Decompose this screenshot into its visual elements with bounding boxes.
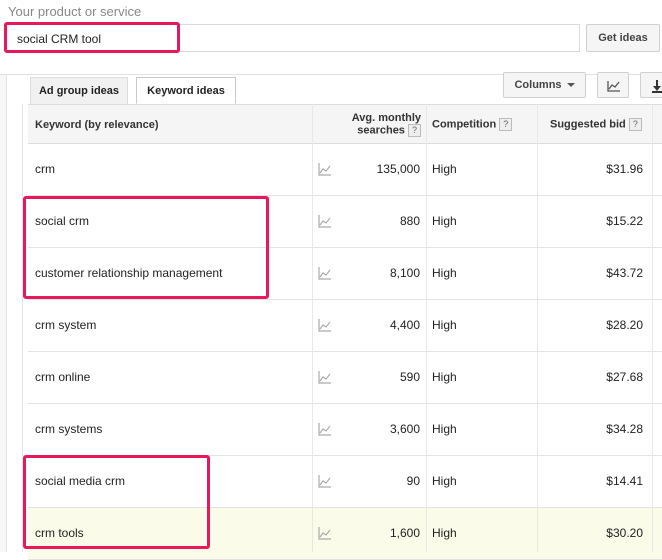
trend-chart-icon[interactable] <box>318 300 334 351</box>
tab-keyword-ideas[interactable]: Keyword ideas <box>136 77 236 104</box>
help-icon[interactable]: ? <box>628 118 642 131</box>
get-ideas-button[interactable]: Get ideas <box>586 24 660 52</box>
keyword-cell[interactable]: crm <box>35 144 55 195</box>
header-keyword[interactable]: Keyword (by relevance) <box>35 119 159 131</box>
trend-chart-icon[interactable] <box>318 144 334 195</box>
trend-chart-icon[interactable] <box>318 196 334 247</box>
tab-ad-group-ideas[interactable]: Ad group ideas <box>30 77 128 104</box>
help-icon[interactable]: ? <box>499 118 513 131</box>
competition-cell: High <box>432 266 457 280</box>
column-divider <box>652 104 653 552</box>
download-button[interactable] <box>640 72 662 98</box>
table-row[interactable]: crm 135,000 High $31.96 <box>28 144 662 196</box>
columns-label: Columns <box>514 79 562 91</box>
header-volume-line1: Avg. monthly <box>351 112 421 124</box>
table-row[interactable]: crm online 590 High $27.68 <box>28 352 662 404</box>
header-suggested-bid[interactable]: Suggested bid ? <box>550 118 642 131</box>
competition-cell: High <box>432 370 457 384</box>
volume-cell: 135,000 <box>376 162 420 176</box>
product-label: Your product or service <box>8 4 142 19</box>
trend-chart-icon[interactable] <box>318 404 334 455</box>
bid-cell: $34.28 <box>606 422 643 436</box>
keyword-annotation <box>23 196 269 299</box>
volume-cell: 3,600 <box>389 422 420 436</box>
bid-cell: $28.20 <box>606 318 643 332</box>
volume-cell: 8,100 <box>389 266 420 280</box>
chart-toggle-button[interactable] <box>597 72 629 98</box>
bid-cell: $15.22 <box>606 214 643 228</box>
volume-cell: 4,400 <box>389 318 420 332</box>
column-divider <box>426 104 427 552</box>
keyword-cell[interactable]: crm systems <box>35 404 102 455</box>
volume-cell: 1,600 <box>389 526 420 540</box>
keyword-cell[interactable]: crm system <box>35 300 96 351</box>
trend-chart-icon[interactable] <box>318 456 334 507</box>
bid-cell: $14.41 <box>606 474 643 488</box>
volume-cell: 880 <box>399 214 420 228</box>
trend-chart-icon[interactable] <box>318 508 334 559</box>
table-row[interactable]: crm system 4,400 High $28.20 <box>28 300 662 352</box>
keyword-cell[interactable]: crm online <box>35 352 90 403</box>
columns-button[interactable]: Columns <box>503 72 586 98</box>
keyword-annotation <box>23 455 210 549</box>
volume-cell: 590 <box>399 370 420 384</box>
left-rail <box>0 75 7 552</box>
trend-chart-icon[interactable] <box>318 352 334 403</box>
chevron-down-icon <box>566 83 575 88</box>
column-divider <box>537 104 538 552</box>
competition-cell: High <box>432 318 457 332</box>
bid-cell: $31.96 <box>606 162 643 176</box>
competition-cell: High <box>432 422 457 436</box>
line-chart-icon <box>607 81 620 92</box>
help-icon[interactable]: ? <box>408 124 421 137</box>
bid-cell: $43.72 <box>606 266 643 280</box>
competition-cell: High <box>432 162 457 176</box>
table-header: Keyword (by relevance) Avg. monthly sear… <box>28 104 662 144</box>
competition-cell: High <box>432 526 457 540</box>
header-competition[interactable]: Competition ? <box>432 118 513 131</box>
header-volume[interactable]: Avg. monthly searches ? <box>346 112 421 137</box>
bid-cell: $30.20 <box>606 526 643 540</box>
header-volume-line2: searches ? <box>346 124 421 137</box>
table-row[interactable]: crm systems 3,600 High $34.28 <box>28 404 662 456</box>
trend-chart-icon[interactable] <box>318 248 334 299</box>
column-divider <box>312 104 313 552</box>
competition-cell: High <box>432 474 457 488</box>
download-icon <box>652 80 662 93</box>
volume-cell: 90 <box>406 474 420 488</box>
search-annotation <box>4 22 180 53</box>
competition-cell: High <box>432 214 457 228</box>
bid-cell: $27.68 <box>606 370 643 384</box>
